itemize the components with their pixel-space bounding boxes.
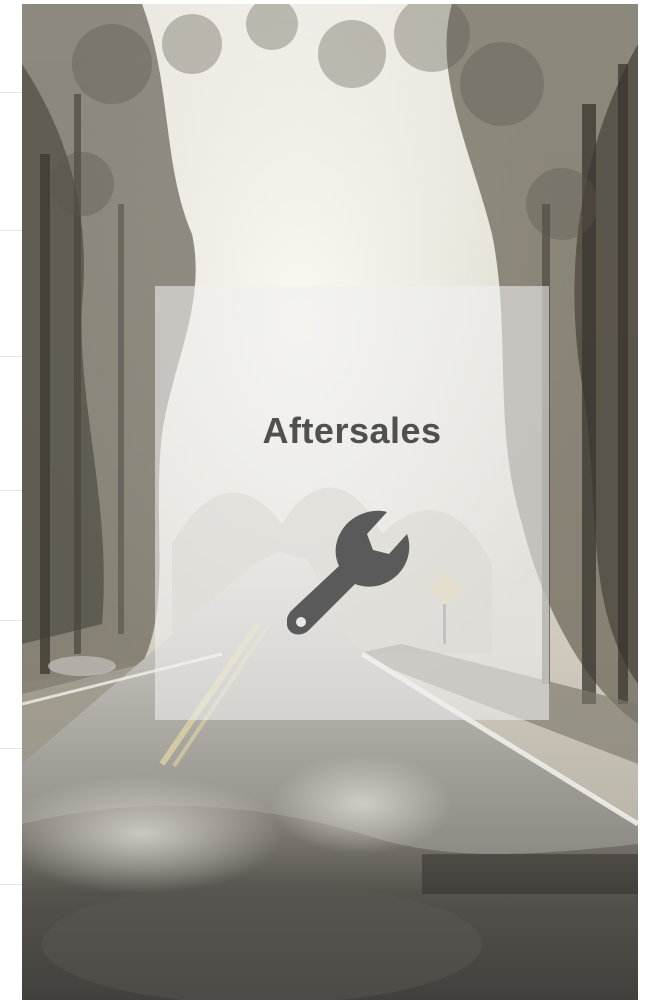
gutter-divider (0, 92, 22, 93)
wrench-icon (287, 510, 410, 635)
gutter-divider (0, 490, 22, 491)
left-gutter (0, 0, 22, 1000)
card-title: Aftersales (262, 410, 442, 451)
aftersales-tile[interactable]: Aftersales (22, 4, 638, 1000)
gutter-divider (0, 884, 22, 885)
gutter-divider (0, 230, 22, 231)
aftersales-tile-page: Aftersales (0, 0, 648, 1000)
gutter-divider (0, 620, 22, 621)
gutter-divider (0, 748, 22, 749)
aftersales-card[interactable]: Aftersales (155, 286, 549, 720)
gutter-divider (0, 356, 22, 357)
